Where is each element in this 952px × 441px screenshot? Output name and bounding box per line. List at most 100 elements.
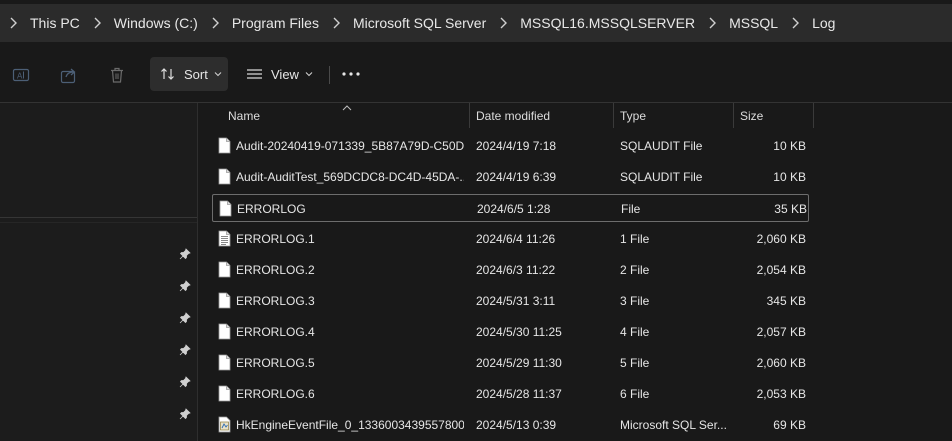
file-date-modified: 2024/5/29 11:30 [476, 356, 562, 370]
file-icon [218, 354, 231, 371]
file-name: HkEngineEventFile_0_13360034395578000... [236, 418, 464, 432]
rename-icon[interactable]: A [10, 64, 32, 86]
file-type: 4 File [620, 325, 650, 339]
toolbar-divider [329, 66, 330, 84]
pin-icon[interactable] [179, 280, 191, 292]
nav-divider [0, 217, 198, 218]
file-date-modified: 2024/5/31 3:11 [476, 294, 556, 308]
text-file-icon [218, 230, 231, 247]
file-size: 2,060 KB [756, 356, 806, 370]
breadcrumb: This PC Windows (C:) Program Files Micro… [0, 4, 952, 42]
file-name: ERRORLOG.6 [236, 387, 315, 401]
file-row[interactable]: Audit-20240419-071339_5B87A79D-C50D... 20… [212, 132, 809, 160]
file-name: ERRORLOG.2 [236, 263, 315, 277]
sort-button[interactable]: Sort [150, 57, 228, 91]
file-size: 2,053 KB [756, 387, 806, 401]
view-label: View [271, 66, 299, 82]
sort-icon [160, 66, 176, 82]
column-header-name[interactable]: Name [228, 109, 260, 123]
file-size: 345 KB [766, 294, 806, 308]
file-size: 10 KB [773, 139, 806, 153]
file-row[interactable]: ERRORLOG.3 2024/5/31 3:11 3 File 345 KB [212, 287, 809, 315]
file-name: ERRORLOG.3 [236, 294, 315, 308]
file-icon [218, 385, 231, 402]
column-divider[interactable] [813, 103, 814, 128]
file-name: ERRORLOG.1 [236, 232, 315, 246]
breadcrumb-item-windows-c[interactable]: Windows (C:) [110, 15, 202, 31]
pin-icon[interactable] [179, 408, 191, 420]
file-icon [218, 168, 231, 185]
breadcrumb-item-this-pc[interactable]: This PC [26, 15, 84, 31]
chevron-right-icon[interactable] [323, 17, 349, 29]
sort-ascending-icon [342, 100, 352, 114]
pin-icon[interactable] [179, 312, 191, 324]
pin-icon[interactable] [179, 376, 191, 388]
file-type: 6 File [620, 387, 650, 401]
more-options-button[interactable] [340, 57, 362, 91]
breadcrumb-item-log[interactable]: Log [808, 15, 839, 31]
share-icon[interactable] [58, 64, 80, 86]
command-bar: A Sort View [0, 48, 952, 102]
navigation-pane[interactable] [0, 103, 198, 441]
sql-event-file-icon [218, 416, 231, 433]
chevron-right-icon[interactable] [202, 17, 228, 29]
file-size: 2,060 KB [756, 232, 806, 246]
file-row[interactable]: Audit-AuditTest_569DCDC8-DC4D-45DA-... 20… [212, 163, 809, 191]
column-header: Name Date modified Type Size [198, 103, 952, 129]
breadcrumb-item-program-files[interactable]: Program Files [228, 15, 323, 31]
sort-label: Sort [184, 66, 208, 82]
breadcrumb-item-mssql[interactable]: MSSQL [725, 15, 782, 31]
file-date-modified: 2024/6/3 11:22 [476, 263, 556, 277]
file-size: 2,057 KB [756, 325, 806, 339]
breadcrumb-item-microsoft-sql-server[interactable]: Microsoft SQL Server [349, 15, 490, 31]
more-icon [342, 72, 360, 76]
file-type: 2 File [620, 263, 650, 277]
chevron-right-icon[interactable] [699, 17, 725, 29]
file-size: 35 KB [774, 202, 807, 216]
file-row[interactable]: ERRORLOG.4 2024/5/30 11:25 4 File 2,057 KB [212, 318, 809, 346]
chevron-right-icon[interactable] [84, 17, 110, 29]
pin-icon[interactable] [179, 344, 191, 356]
view-button[interactable]: View [240, 57, 316, 91]
column-divider[interactable] [733, 103, 734, 128]
file-icon [218, 261, 231, 278]
file-type: SQLAUDIT File [620, 139, 703, 153]
view-icon [246, 67, 263, 81]
chevron-right-icon[interactable] [782, 17, 808, 29]
chevron-right-icon[interactable] [0, 17, 26, 29]
file-icon [218, 323, 231, 340]
pane-divider[interactable] [197, 103, 198, 441]
file-icon [219, 200, 232, 217]
file-icon [218, 137, 231, 154]
file-type: 1 File [620, 232, 650, 246]
file-row[interactable]: ERRORLOG 2024/6/5 1:28 File 35 KB [212, 194, 809, 222]
file-icon [218, 292, 231, 309]
file-type: 5 File [620, 356, 650, 370]
chevron-right-icon[interactable] [490, 17, 516, 29]
file-date-modified: 2024/6/5 1:28 [477, 202, 551, 216]
file-name: Audit-20240419-071339_5B87A79D-C50D... [236, 139, 464, 153]
file-size: 2,054 KB [756, 263, 806, 277]
file-name: ERRORLOG [237, 202, 306, 216]
file-name: ERRORLOG.4 [236, 325, 315, 339]
breadcrumb-item-mssql16[interactable]: MSSQL16.MSSQLSERVER [516, 15, 699, 31]
file-size: 10 KB [773, 170, 806, 184]
file-type: File [621, 202, 641, 216]
file-date-modified: 2024/5/30 11:25 [476, 325, 562, 339]
delete-icon[interactable] [106, 64, 128, 86]
column-header-size[interactable]: Size [740, 109, 763, 123]
file-date-modified: 2024/5/13 0:39 [476, 418, 557, 432]
pin-icon[interactable] [179, 248, 191, 260]
column-divider[interactable] [613, 103, 614, 128]
file-row[interactable]: ERRORLOG.2 2024/6/3 11:22 2 File 2,054 KB [212, 256, 809, 284]
file-row[interactable]: ERRORLOG.1 2024/6/4 11:26 1 File 2,060 KB [212, 225, 809, 253]
file-type: 3 File [620, 294, 650, 308]
column-header-type[interactable]: Type [620, 109, 646, 123]
column-divider[interactable] [469, 103, 470, 128]
file-row[interactable]: ERRORLOG.5 2024/5/29 11:30 5 File 2,060 KB [212, 349, 809, 377]
file-row[interactable]: ERRORLOG.6 2024/5/28 11:37 6 File 2,053 KB [212, 380, 809, 408]
file-date-modified: 2024/4/19 6:39 [476, 170, 557, 184]
column-header-date[interactable]: Date modified [476, 109, 550, 123]
file-row[interactable]: HkEngineEventFile_0_13360034395578000...… [212, 411, 809, 439]
file-date-modified: 2024/4/19 7:18 [476, 139, 557, 153]
